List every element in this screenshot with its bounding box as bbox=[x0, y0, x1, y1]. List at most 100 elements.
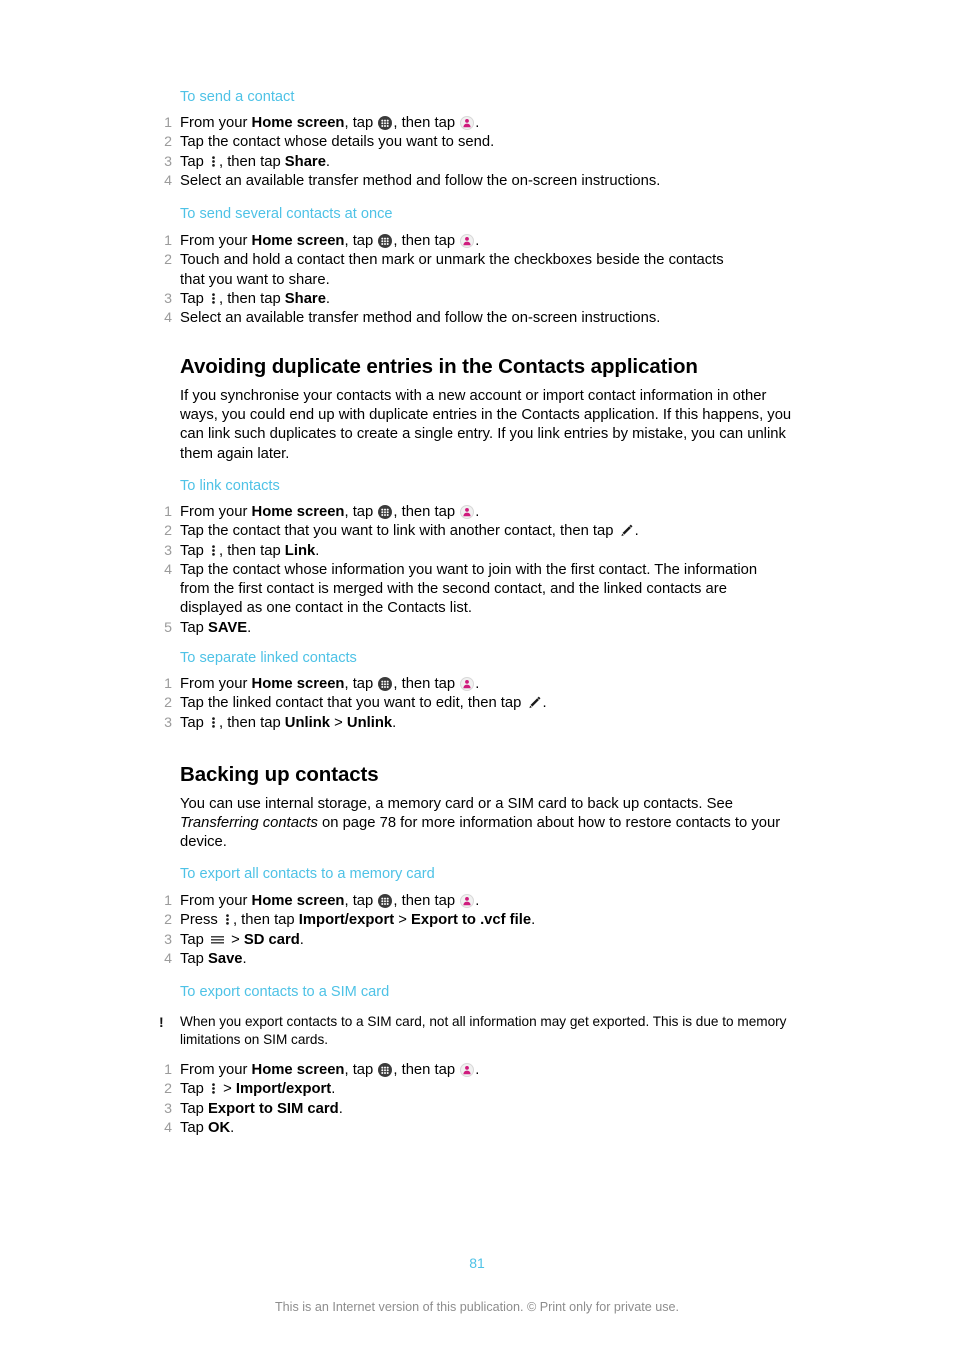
step-text: From your bbox=[180, 233, 252, 249]
step-item: Tap , then tap Share. bbox=[150, 290, 750, 310]
app-drawer-icon bbox=[378, 894, 393, 908]
steps-send-contact: From your Home screen, tap , then tap . … bbox=[150, 114, 830, 191]
step-text: Tap bbox=[180, 950, 208, 967]
footer-copyright-note: This is an Internet version of this publ… bbox=[274, 1300, 680, 1314]
pencil-edit-icon bbox=[527, 695, 542, 710]
step-item: From your Home screen, tap , then tap . bbox=[150, 1061, 760, 1081]
steps-export-memory-card: From your Home screen, tap , then tap . … bbox=[150, 892, 760, 969]
step-text: . bbox=[325, 153, 331, 170]
step-text: . bbox=[325, 290, 331, 307]
procedure-title: To link contacts bbox=[180, 478, 280, 494]
step-item: Tap the contact whose details you want t… bbox=[150, 133, 830, 153]
ui-label-export-vcf: Export to .vcf file bbox=[411, 912, 532, 929]
step-text: . bbox=[247, 619, 252, 636]
step-text: , then tap bbox=[393, 893, 460, 909]
step-text: . bbox=[475, 676, 480, 692]
ui-label-home-screen: Home screen bbox=[251, 233, 345, 249]
step-item: Tap the linked contact that you want to … bbox=[150, 694, 760, 714]
ui-label-save: Save bbox=[207, 950, 243, 967]
step-text: . bbox=[475, 504, 480, 520]
app-drawer-icon bbox=[378, 116, 393, 130]
step-text: Tap bbox=[180, 290, 208, 307]
paragraph-text: You can use internal storage, a memory c… bbox=[180, 796, 733, 812]
ui-label-export-to-sim-card: Export to SIM card bbox=[207, 1100, 339, 1117]
step-text: . bbox=[531, 912, 536, 929]
steps-link-contacts: From your Home screen, tap , then tap . … bbox=[150, 503, 760, 638]
step-item: From your Home screen, tap , then tap . bbox=[150, 232, 750, 252]
step-text: From your bbox=[180, 676, 252, 692]
step-text: From your bbox=[180, 893, 252, 909]
step-text: > bbox=[330, 714, 347, 731]
page-title-avoiding-duplicates: Avoiding duplicate entries in the Contac… bbox=[180, 355, 698, 378]
step-item: Tap OK. bbox=[150, 1119, 760, 1139]
contacts-icon bbox=[460, 234, 475, 248]
cross-reference-transferring-contacts: Transferring contacts bbox=[180, 815, 318, 832]
step-text: . bbox=[338, 1100, 343, 1117]
step-item: Select an available transfer method and … bbox=[150, 309, 750, 329]
step-text: Select an available transfer method and … bbox=[180, 172, 661, 189]
step-text: From your bbox=[180, 1062, 252, 1078]
ui-label-unlink: Unlink bbox=[284, 714, 331, 731]
step-text: . bbox=[634, 523, 639, 540]
procedure-title: To separate linked contacts bbox=[180, 650, 357, 666]
app-drawer-icon bbox=[378, 1063, 393, 1077]
paragraph-avoiding-duplicates: If you synchronise your contacts with a … bbox=[180, 388, 792, 462]
step-text: From your bbox=[180, 115, 252, 131]
step-item: Tap SAVE. bbox=[150, 619, 760, 639]
step-text: , then tap bbox=[218, 714, 285, 731]
contacts-icon bbox=[460, 505, 475, 519]
contacts-icon bbox=[460, 894, 475, 908]
page-title-backing-up-contacts: Backing up contacts bbox=[180, 763, 379, 786]
step-text: , tap bbox=[344, 504, 378, 520]
step-text: . bbox=[475, 233, 480, 249]
step-text: . bbox=[315, 542, 320, 559]
step-text: . bbox=[230, 1119, 235, 1136]
step-text: , then tap bbox=[393, 1062, 460, 1078]
steps-export-sim-card: From your Home screen, tap , then tap . … bbox=[150, 1061, 760, 1138]
step-text: Tap the contact whose details you want t… bbox=[180, 134, 495, 151]
step-item: Tap , then tap Share. bbox=[150, 153, 830, 173]
step-text: , tap bbox=[344, 233, 378, 249]
ui-label-home-screen: Home screen bbox=[251, 115, 345, 131]
step-text: Tap bbox=[180, 1100, 208, 1117]
step-text: Tap the linked contact that you want to … bbox=[180, 695, 526, 712]
step-text: . bbox=[475, 893, 480, 909]
document-page: To send a contact From your Home screen,… bbox=[0, 0, 954, 1350]
ui-label-home-screen: Home screen bbox=[251, 1062, 345, 1078]
ui-label-home-screen: Home screen bbox=[251, 676, 345, 692]
step-text: . bbox=[242, 950, 247, 967]
step-text: . bbox=[392, 714, 397, 731]
ui-label-sd-card: SD card bbox=[243, 931, 300, 948]
step-text: . bbox=[542, 695, 547, 712]
step-text: , then tap bbox=[393, 676, 460, 692]
step-item: Tap the contact whose information you wa… bbox=[150, 561, 760, 619]
contacts-icon bbox=[460, 677, 475, 691]
overflow-menu-icon bbox=[210, 154, 217, 169]
step-item: From your Home screen, tap , then tap . bbox=[150, 114, 830, 134]
ui-label-unlink-confirm: Unlink bbox=[346, 714, 393, 731]
step-text: . bbox=[299, 931, 304, 948]
step-item: Tap the contact that you want to link wi… bbox=[150, 522, 760, 542]
app-drawer-icon bbox=[378, 677, 393, 691]
procedure-title: To export contacts to a SIM card bbox=[180, 984, 390, 1000]
step-text: , then tap bbox=[218, 542, 285, 559]
warning-icon: ! bbox=[159, 1014, 164, 1030]
step-text: , tap bbox=[344, 893, 378, 909]
step-item: From your Home screen, tap , then tap . bbox=[150, 675, 760, 695]
step-text: Tap bbox=[180, 1119, 208, 1136]
procedure-export-sim-card: To export contacts to a SIM card bbox=[180, 984, 820, 1002]
step-text: , tap bbox=[344, 676, 378, 692]
step-text: Press bbox=[180, 912, 222, 929]
hamburger-menu-icon bbox=[210, 933, 225, 946]
step-text: Tap the contact that you want to link wi… bbox=[180, 523, 618, 540]
pencil-edit-icon bbox=[619, 523, 634, 538]
step-item: Tap , then tap Link. bbox=[150, 542, 760, 562]
overflow-menu-icon bbox=[210, 291, 217, 306]
step-item: Tap > Import/export. bbox=[150, 1080, 760, 1100]
step-item: Tap Export to SIM card. bbox=[150, 1100, 760, 1120]
step-text: , then tap bbox=[218, 153, 285, 170]
procedure-send-contact: To send a contact bbox=[180, 89, 820, 107]
overflow-menu-icon bbox=[210, 543, 217, 558]
step-text: Tap bbox=[180, 714, 208, 731]
step-item: From your Home screen, tap , then tap . bbox=[150, 892, 760, 912]
